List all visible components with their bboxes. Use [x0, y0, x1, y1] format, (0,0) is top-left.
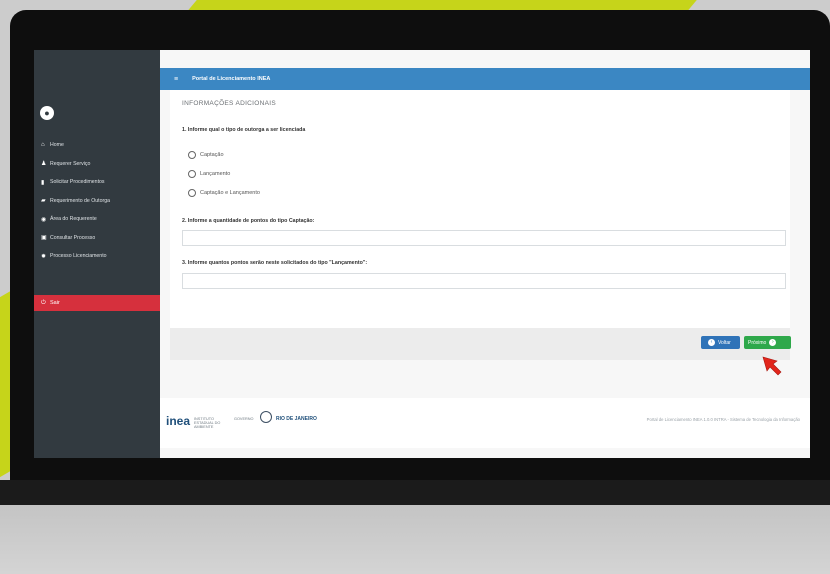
- radio-option-captacao[interactable]: Captação: [188, 151, 224, 159]
- sidebar-item-area[interactable]: ◉ Área do Requerente: [34, 210, 160, 229]
- footer: inea INSTITUTO ESTADUAL DO AMBIENTE GOVE…: [160, 398, 810, 448]
- gov-label: GOVERNO: [234, 417, 254, 421]
- radio-label: Captação e Lançamento: [200, 190, 260, 196]
- question-outorga-type: 1. Informe qual o tipo de outorga a ser …: [182, 127, 306, 133]
- next-button-label: Próximo: [748, 339, 767, 346]
- form-panel: INFORMAÇÕES ADICIONAIS 1. Informe qual o…: [170, 90, 790, 328]
- sidebar-item-outorga[interactable]: ▰ Requerimento de Outorga: [34, 192, 160, 211]
- radio-circle[interactable]: [188, 189, 196, 197]
- radio-option-captacao-lancamento[interactable]: Captação e Lançamento: [188, 189, 260, 197]
- radio-circle[interactable]: [188, 170, 196, 178]
- state-seal-icon: [260, 411, 272, 423]
- desk-surface: [0, 505, 830, 574]
- user-avatar-icon[interactable]: ●: [40, 106, 54, 120]
- logout-button[interactable]: ⏻ Sair: [34, 295, 160, 311]
- inea-logo-subtitle: INSTITUTO ESTADUAL DO AMBIENTE: [194, 417, 221, 429]
- check-icon: ▣: [41, 235, 47, 242]
- form-actions: ‹ Voltar Próximo ›: [170, 328, 791, 360]
- folder-icon: ▰: [41, 198, 46, 205]
- sidebar: ● ⌂ Home ♟ Requerer Serviço ▮ Solicitar …: [34, 50, 160, 458]
- sidebar-nav: ⌂ Home ♟ Requerer Serviço ▮ Solicitar Pr…: [34, 136, 160, 266]
- sidebar-item-requerer[interactable]: ♟ Requerer Serviço: [34, 155, 160, 174]
- arrow-right-icon: ›: [769, 339, 777, 346]
- section-title: INFORMAÇÕES ADICIONAIS: [182, 100, 277, 107]
- radio-label: Lançamento: [200, 171, 231, 177]
- power-icon: ⏻: [41, 299, 46, 306]
- header-title: Portal de Licenciamento INEA: [192, 76, 271, 82]
- menu-icon[interactable]: ≡: [174, 76, 178, 83]
- sidebar-item-label: Solicitar Procedimentos: [50, 179, 105, 186]
- radio-circle[interactable]: [188, 151, 196, 159]
- sidebar-item-solicitar[interactable]: ▮ Solicitar Procedimentos: [34, 173, 160, 192]
- next-button[interactable]: Próximo ›: [744, 336, 791, 349]
- gear-icon: ✹: [41, 253, 47, 260]
- sidebar-item-label: Requerimento de Outorga: [50, 197, 110, 204]
- sidebar-item-consultar[interactable]: ▣ Consultar Processo: [34, 229, 160, 248]
- file-icon: ▮: [41, 179, 45, 186]
- inea-logo: inea: [166, 414, 191, 428]
- user-icon: ♟: [41, 161, 47, 168]
- sidebar-item-processo[interactable]: ✹ Processo Licenciamento: [34, 247, 160, 266]
- footer-credits: Portal de Licenciamento INEA 1.0.0 INTRA…: [646, 417, 800, 422]
- sidebar-item-label: Home: [50, 142, 64, 149]
- back-button[interactable]: ‹ Voltar: [701, 336, 740, 349]
- eye-icon: ◉: [41, 216, 47, 223]
- state-label: RIO DE JANEIRO: [276, 416, 317, 422]
- header-bar: ≡ Portal de Licenciamento INEA: [160, 68, 810, 90]
- arrow-left-icon: ‹: [708, 339, 715, 346]
- sidebar-item-label: Área do Requerente: [50, 216, 97, 223]
- sidebar-item-label: Consultar Processo: [50, 234, 96, 241]
- captacao-points-input[interactable]: [182, 230, 786, 246]
- radio-label: Captação: [200, 152, 224, 158]
- pointer-arrow-icon: [762, 356, 782, 376]
- back-button-label: Voltar: [718, 339, 731, 346]
- sidebar-item-label: Processo Licenciamento: [50, 253, 107, 260]
- home-icon: ⌂: [41, 142, 45, 149]
- radio-option-lancamento[interactable]: Lançamento: [188, 170, 230, 178]
- sidebar-item-label: Requerer Serviço: [50, 160, 91, 167]
- app-window: ● ⌂ Home ♟ Requerer Serviço ▮ Solicitar …: [34, 50, 810, 458]
- sidebar-item-home[interactable]: ⌂ Home: [34, 136, 160, 155]
- question-lancamento-points: 3. Informe quantos pontos serão neste so…: [182, 260, 368, 266]
- logout-label: Sair: [50, 300, 60, 306]
- question-captacao-points: 2. Informe a quantidade de pontos do tip…: [182, 218, 315, 224]
- lancamento-points-input[interactable]: [182, 273, 786, 289]
